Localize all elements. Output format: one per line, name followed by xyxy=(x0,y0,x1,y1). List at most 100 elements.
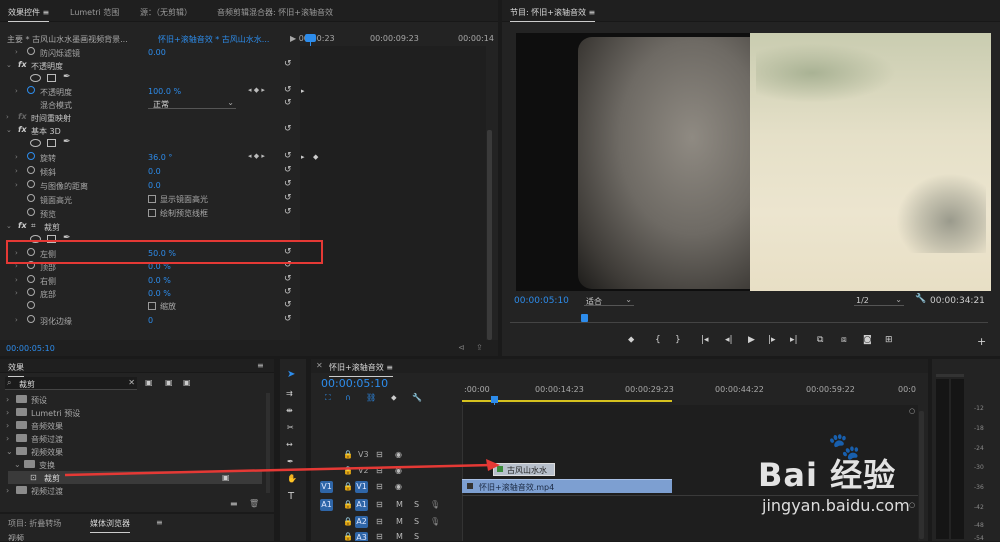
track-target[interactable]: A2 xyxy=(355,516,368,528)
reset-icon[interactable]: ↺ xyxy=(284,165,292,175)
stopwatch-icon[interactable] xyxy=(27,275,35,283)
tab-effects[interactable]: 效果 xyxy=(8,362,24,377)
mute-icon[interactable]: M xyxy=(396,532,403,541)
preview-checkbox[interactable] xyxy=(148,209,156,217)
sync-icon[interactable]: ⊟ xyxy=(376,532,383,541)
expand-arrow-icon[interactable]: › xyxy=(15,316,18,324)
reset-icon[interactable]: ↺ xyxy=(284,98,292,108)
mute-icon[interactable]: M xyxy=(396,517,403,526)
fx-icon[interactable]: fx xyxy=(18,125,27,134)
add-marker-icon[interactable]: ⬥ xyxy=(391,393,397,403)
type-tool-icon[interactable]: T xyxy=(288,491,294,502)
stopwatch-icon[interactable] xyxy=(27,208,35,216)
track-target[interactable]: A1 xyxy=(355,499,368,511)
tab-audio-clip-mixer[interactable]: 音频剪辑混合器: 怀旧+滚轴音效 xyxy=(217,7,333,18)
timeline-playhead-cap[interactable] xyxy=(491,396,498,403)
mark-out-icon[interactable]: } xyxy=(675,335,681,345)
button-editor-icon[interactable]: ⊞ xyxy=(885,335,893,345)
keyframe-icon[interactable]: ▸ xyxy=(301,153,305,161)
timeline-ruler[interactable]: :00:00 00:00:14:23 00:00:29:23 00:00:44:… xyxy=(462,385,918,405)
scroll-handle-icon[interactable]: ○ xyxy=(909,407,915,415)
keyframe-nav-icon[interactable]: ◂ ◆ ▸ xyxy=(248,86,265,94)
property-value[interactable]: 0.0 % xyxy=(148,289,171,298)
go-to-out-icon[interactable]: ▸| xyxy=(790,335,798,345)
expand-arrow-icon[interactable]: › xyxy=(6,408,9,417)
stopwatch-icon[interactable] xyxy=(27,301,35,309)
video-frame[interactable] xyxy=(516,33,991,291)
stopwatch-icon[interactable] xyxy=(27,152,35,160)
expand-arrow-icon[interactable]: › xyxy=(6,395,9,404)
property-value[interactable]: 0 xyxy=(148,316,153,325)
tab-source[interactable]: 源：（无剪辑） xyxy=(140,7,192,18)
keyframe-icon[interactable]: ▸ xyxy=(301,87,305,95)
stopwatch-icon[interactable] xyxy=(27,288,35,296)
expand-arrow-icon[interactable]: › xyxy=(15,153,18,161)
expand-arrow-icon[interactable]: › xyxy=(15,289,18,297)
solo-icon[interactable]: S xyxy=(414,517,419,526)
media-browser-item[interactable]: 视频 xyxy=(8,533,24,541)
sync-icon[interactable]: ⊟ xyxy=(376,517,383,526)
tree-item-audio-effects[interactable]: › 音频效果 xyxy=(0,419,270,432)
expand-arrow-icon[interactable]: › xyxy=(6,113,9,121)
fx-icon[interactable]: fx xyxy=(18,60,27,69)
reset-icon[interactable]: ↺ xyxy=(284,274,292,284)
blend-mode-select[interactable]: 正常 ⌄ xyxy=(148,98,236,109)
reset-icon[interactable]: ↺ xyxy=(284,207,292,217)
expand-arrow-icon[interactable]: › xyxy=(6,421,9,430)
property-value[interactable]: 0.0 xyxy=(148,167,161,176)
tree-item-audio-transitions[interactable]: › 音频过渡 xyxy=(0,432,270,445)
play-icon[interactable]: ▶ xyxy=(748,335,755,345)
accelerated-filter-icon[interactable]: ▣ xyxy=(145,378,153,387)
timeline-timecode[interactable]: 00:00:05:10 xyxy=(321,377,388,390)
tab-effect-controls[interactable]: 效果控件 ≡ xyxy=(8,7,50,22)
camera-icon[interactable]: ◙ xyxy=(863,335,872,345)
step-forward-icon[interactable]: |▸ xyxy=(768,335,776,345)
tree-item-presets[interactable]: › 预设 xyxy=(0,393,270,406)
stopwatch-icon[interactable] xyxy=(27,315,35,323)
collapse-arrow-icon[interactable]: ⌄ xyxy=(6,61,12,69)
master-clip-label[interactable]: 主要 * 古风山水水墨画视频背景... xyxy=(7,34,128,45)
specular-checkbox[interactable] xyxy=(148,195,156,203)
new-bin-icon[interactable]: ▬ xyxy=(230,499,238,508)
nest-icon[interactable]: ⛶ xyxy=(325,393,331,403)
expand-arrow-icon[interactable]: › xyxy=(6,434,9,443)
property-value[interactable]: 0.0 xyxy=(148,181,161,190)
source-patch[interactable]: A1 xyxy=(320,499,333,511)
expand-arrow-icon[interactable]: › xyxy=(15,167,18,175)
step-back-icon[interactable]: ◂| xyxy=(725,335,733,345)
expand-arrow-icon[interactable]: › xyxy=(15,276,18,284)
tab-program[interactable]: 节目: 怀旧+滚轴音效 ≡ xyxy=(510,7,596,22)
solo-icon[interactable]: S xyxy=(414,500,419,509)
ellipse-mask-icon[interactable] xyxy=(30,74,41,82)
program-timecode[interactable]: 00:00:05:10 xyxy=(514,296,569,306)
add-button-icon[interactable]: + xyxy=(977,335,986,348)
reset-icon[interactable]: ↺ xyxy=(284,85,292,95)
expand-arrow-icon[interactable]: › xyxy=(15,48,18,56)
reset-icon[interactable]: ↺ xyxy=(284,179,292,189)
solo-icon[interactable]: S xyxy=(414,532,419,541)
export-icon[interactable]: ⇪ xyxy=(476,343,483,352)
pen-mask-icon[interactable]: ✒ xyxy=(63,72,71,82)
timeline-settings-icon[interactable]: 🔧 xyxy=(412,393,422,402)
linked-selection-icon[interactable]: ⛓ xyxy=(366,393,376,402)
track-select-tool-icon[interactable]: ⇉ xyxy=(286,389,293,398)
clear-search-icon[interactable]: ✕ xyxy=(128,378,135,387)
property-value[interactable]: 0.00 xyxy=(148,48,166,57)
rect-mask-icon[interactable] xyxy=(47,74,56,82)
resolution-select[interactable]: 1/2 ⌄ xyxy=(854,295,904,306)
32bit-filter-icon[interactable]: ▣ xyxy=(165,378,173,387)
reset-icon[interactable]: ↺ xyxy=(284,151,292,161)
yuv-filter-icon[interactable]: ▣ xyxy=(183,378,191,387)
collapse-arrow-icon[interactable]: ⌄ xyxy=(6,447,13,456)
ripple-edit-tool-icon[interactable]: ⇼ xyxy=(286,406,293,415)
snap-icon[interactable]: ∩ xyxy=(345,393,351,402)
collapse-arrow-icon[interactable]: ⌄ xyxy=(14,460,21,469)
razor-tool-icon[interactable]: ✂ xyxy=(287,423,294,432)
keyframe-icon[interactable]: ◆ xyxy=(313,153,318,161)
insert-icon[interactable]: ⧉ xyxy=(817,335,823,345)
keyframe-nav-icon[interactable]: ◂ ◆ ▸ xyxy=(248,152,265,160)
stopwatch-icon[interactable] xyxy=(27,47,35,55)
expand-arrow-icon[interactable]: › xyxy=(15,87,18,95)
collapse-arrow-icon[interactable]: ⌄ xyxy=(6,126,12,134)
tab-project[interactable]: 项目: 折叠转场 xyxy=(8,518,61,529)
